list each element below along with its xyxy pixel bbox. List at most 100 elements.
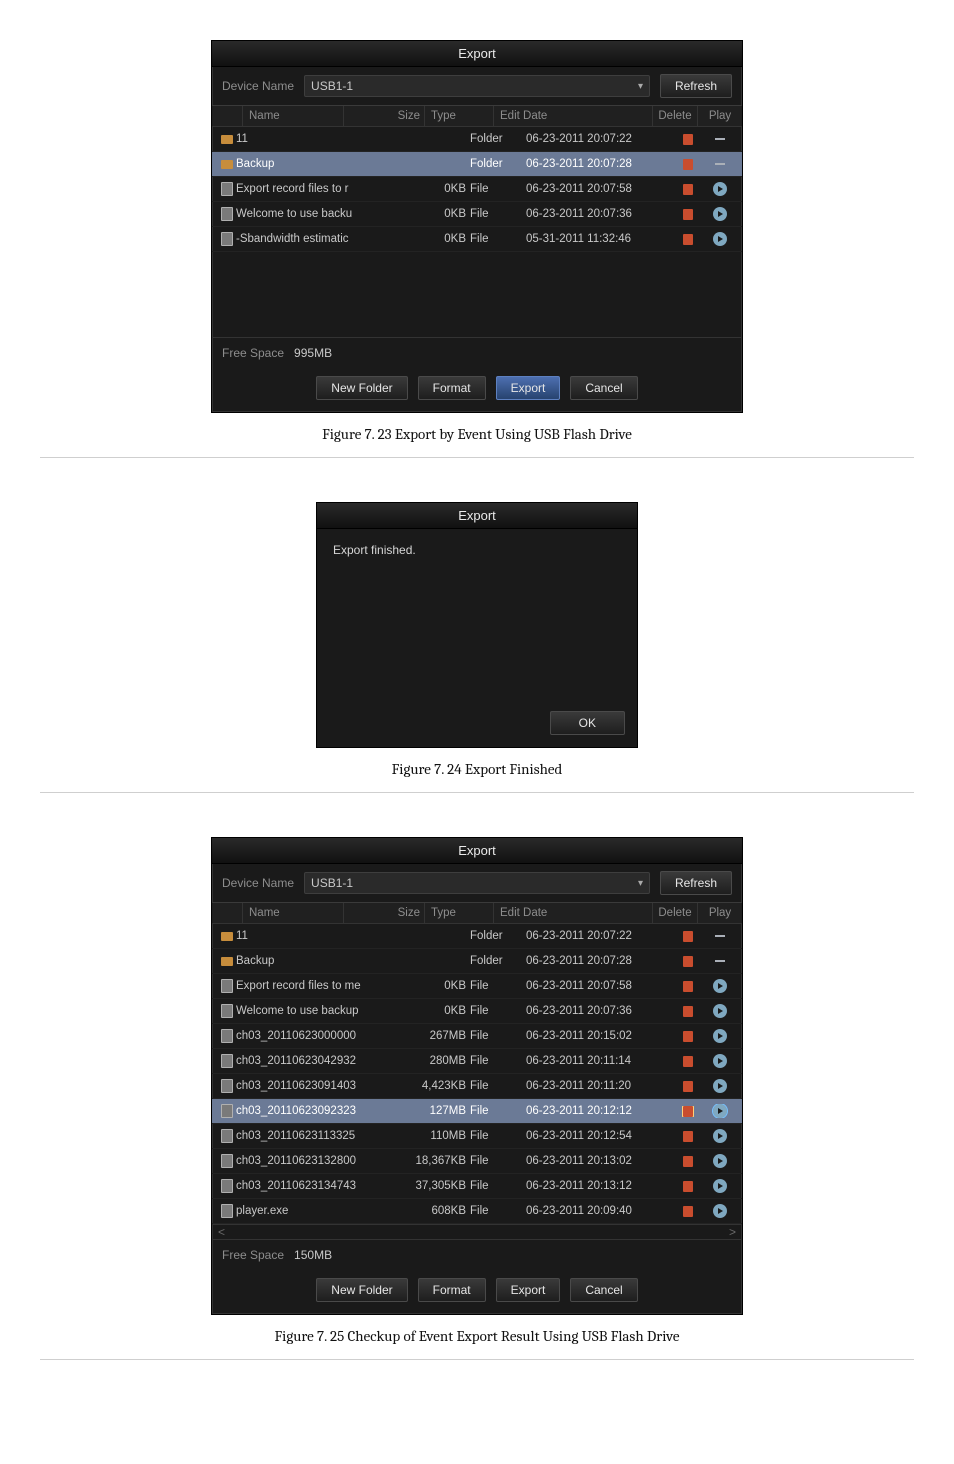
cell-name: Backup bbox=[236, 955, 396, 967]
play-icon[interactable] bbox=[713, 1079, 727, 1093]
trash-icon[interactable] bbox=[683, 956, 693, 967]
table-header: Name Size Type Edit Date Delete Play bbox=[212, 106, 742, 127]
table-row[interactable]: ch03_201106230914034,423KBFile06-23-2011… bbox=[212, 1074, 742, 1099]
trash-icon[interactable] bbox=[683, 1081, 693, 1092]
horizontal-scrollbar[interactable]: < > bbox=[212, 1224, 742, 1239]
no-play-icon bbox=[715, 163, 725, 165]
table-row[interactable]: Export record files to me0KBFile06-23-20… bbox=[212, 974, 742, 999]
cell-type: File bbox=[470, 1030, 526, 1042]
no-play-icon bbox=[715, 935, 725, 937]
device-name-label: Device Name bbox=[222, 79, 294, 93]
trash-icon[interactable] bbox=[683, 1206, 693, 1217]
trash-icon[interactable] bbox=[683, 1031, 693, 1042]
table-row[interactable]: 11Folder06-23-2011 20:07:22 bbox=[212, 127, 742, 152]
play-icon[interactable] bbox=[713, 1204, 727, 1218]
trash-icon[interactable] bbox=[683, 1156, 693, 1167]
table-row[interactable]: BackupFolder06-23-2011 20:07:28 bbox=[212, 949, 742, 974]
trash-icon[interactable] bbox=[683, 134, 693, 145]
trash-icon[interactable] bbox=[683, 931, 693, 942]
table-row[interactable]: ch03_2011062313474337,305KBFile06-23-201… bbox=[212, 1174, 742, 1199]
trash-icon[interactable] bbox=[683, 1006, 693, 1017]
play-icon[interactable] bbox=[713, 232, 727, 246]
play-icon[interactable] bbox=[713, 1179, 727, 1193]
play-icon[interactable] bbox=[713, 1054, 727, 1068]
cell-name: Welcome to use backu bbox=[236, 208, 396, 220]
trash-icon[interactable] bbox=[683, 234, 693, 245]
file-icon bbox=[221, 1104, 233, 1118]
cell-date: 05-31-2011 11:32:46 bbox=[526, 233, 672, 245]
dialog-message: Export finished. bbox=[317, 529, 637, 703]
table-row[interactable]: ch03_20110623113325110MBFile06-23-2011 2… bbox=[212, 1124, 742, 1149]
table-row[interactable]: 11Folder06-23-2011 20:07:22 bbox=[212, 924, 742, 949]
ok-button[interactable]: OK bbox=[550, 711, 625, 735]
export-button[interactable]: Export bbox=[496, 376, 561, 400]
cell-name: player.exe bbox=[236, 1205, 396, 1217]
refresh-button[interactable]: Refresh bbox=[660, 871, 732, 895]
cell-type: File bbox=[470, 183, 526, 195]
cell-type: File bbox=[470, 1180, 526, 1192]
table-row[interactable]: ch03_20110623000000267MBFile06-23-2011 2… bbox=[212, 1024, 742, 1049]
play-icon[interactable] bbox=[713, 1104, 727, 1118]
trash-icon[interactable] bbox=[683, 159, 693, 170]
table-row[interactable]: ch03_20110623092323127MBFile06-23-2011 2… bbox=[212, 1099, 742, 1124]
table-row[interactable]: ch03_20110623042932280MBFile06-23-2011 2… bbox=[212, 1049, 742, 1074]
cell-date: 06-23-2011 20:09:40 bbox=[526, 1205, 672, 1217]
format-button[interactable]: Format bbox=[418, 1278, 486, 1302]
cancel-button[interactable]: Cancel bbox=[570, 1278, 637, 1302]
device-select-value: USB1-1 bbox=[311, 79, 353, 93]
trash-icon[interactable] bbox=[683, 1106, 693, 1117]
table-row[interactable]: Welcome to use backup0KBFile06-23-2011 2… bbox=[212, 999, 742, 1024]
play-icon[interactable] bbox=[713, 1029, 727, 1043]
refresh-button[interactable]: Refresh bbox=[660, 74, 732, 98]
device-select[interactable]: USB1-1 ▾ bbox=[304, 75, 650, 97]
cell-name: ch03_20110623000000 bbox=[236, 1030, 396, 1042]
figure-caption-7-23: Figure 7. 23 Export by Event Using USB F… bbox=[0, 425, 954, 443]
cell-name: ch03_20110623113325 bbox=[236, 1130, 396, 1142]
play-icon[interactable] bbox=[713, 182, 727, 196]
cell-name: Export record files to me bbox=[236, 980, 396, 992]
col-delete: Delete bbox=[653, 903, 698, 923]
table-row[interactable]: ch03_2011062313280018,367KBFile06-23-201… bbox=[212, 1149, 742, 1174]
cell-date: 06-23-2011 20:07:58 bbox=[526, 183, 672, 195]
cell-name: ch03_20110623092323 bbox=[236, 1105, 396, 1117]
play-icon[interactable] bbox=[713, 1129, 727, 1143]
table-row[interactable]: Export record files to r0KBFile06-23-201… bbox=[212, 177, 742, 202]
device-select[interactable]: USB1-1 ▾ bbox=[304, 872, 650, 894]
col-delete: Delete bbox=[653, 106, 698, 126]
trash-icon[interactable] bbox=[683, 209, 693, 220]
file-icon bbox=[221, 182, 233, 196]
scroll-left-icon: < bbox=[218, 1225, 225, 1239]
cell-name: ch03_20110623091403 bbox=[236, 1080, 396, 1092]
play-icon[interactable] bbox=[713, 207, 727, 221]
trash-icon[interactable] bbox=[683, 1131, 693, 1142]
new-folder-button[interactable]: New Folder bbox=[316, 376, 407, 400]
device-select-value: USB1-1 bbox=[311, 876, 353, 890]
play-icon[interactable] bbox=[713, 1004, 727, 1018]
cell-size: 0KB bbox=[396, 1005, 470, 1017]
table-row[interactable]: player.exe608KBFile06-23-2011 20:09:40 bbox=[212, 1199, 742, 1224]
trash-icon[interactable] bbox=[683, 184, 693, 195]
format-button[interactable]: Format bbox=[418, 376, 486, 400]
new-folder-button[interactable]: New Folder bbox=[316, 1278, 407, 1302]
folder-icon bbox=[221, 135, 233, 144]
trash-icon[interactable] bbox=[683, 1181, 693, 1192]
table-row[interactable]: BackupFolder06-23-2011 20:07:28 bbox=[212, 152, 742, 177]
window-title: Export bbox=[212, 838, 742, 864]
play-icon[interactable] bbox=[713, 979, 727, 993]
cancel-button[interactable]: Cancel bbox=[570, 376, 637, 400]
trash-icon[interactable] bbox=[683, 1056, 693, 1067]
play-icon[interactable] bbox=[713, 1154, 727, 1168]
folder-icon bbox=[221, 932, 233, 941]
export-button[interactable]: Export bbox=[496, 1278, 561, 1302]
table-row[interactable]: -Sbandwidth estimatic0KBFile05-31-2011 1… bbox=[212, 227, 742, 252]
trash-icon[interactable] bbox=[683, 981, 693, 992]
cell-name: Welcome to use backup bbox=[236, 1005, 396, 1017]
file-icon bbox=[221, 232, 233, 246]
cell-type: File bbox=[470, 1005, 526, 1017]
table-row[interactable]: Welcome to use backu0KBFile06-23-2011 20… bbox=[212, 202, 742, 227]
cell-date: 06-23-2011 20:07:36 bbox=[526, 1005, 672, 1017]
cell-name: 11 bbox=[236, 133, 396, 145]
cell-type: Folder bbox=[470, 158, 526, 170]
col-name: Name bbox=[243, 903, 344, 923]
col-size: Size bbox=[344, 106, 425, 126]
